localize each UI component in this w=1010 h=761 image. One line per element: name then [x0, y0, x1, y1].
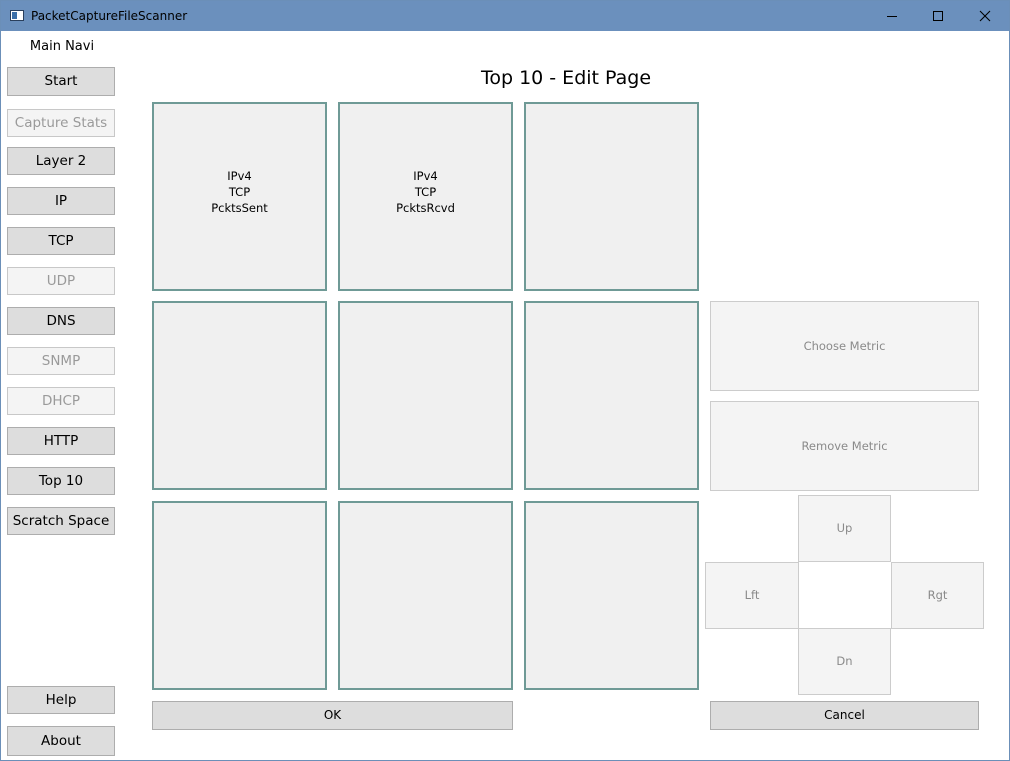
nav-start-button[interactable]: Start [7, 67, 115, 96]
metric-slot-1-line-1: IPv4 [227, 169, 252, 183]
maximize-icon [933, 11, 943, 21]
metric-slot-8[interactable] [338, 501, 513, 690]
nav-dhcp-button[interactable]: DHCP [7, 387, 115, 415]
sidebar-title: Main Navi [29, 39, 95, 54]
close-icon [979, 10, 991, 22]
metric-slot-4[interactable] [152, 301, 327, 490]
remove-metric-button[interactable]: Remove Metric [710, 401, 979, 491]
nav-dns-button[interactable]: DNS [7, 307, 115, 335]
metric-slot-1-line-3: PcktsSent [211, 201, 268, 215]
metric-slot-2-line-3: PcktsRcvd [396, 201, 455, 215]
window-title: PacketCaptureFileScanner [31, 9, 188, 23]
cancel-button[interactable]: Cancel [710, 701, 979, 730]
metric-slot-5[interactable] [338, 301, 513, 490]
minimize-icon [887, 16, 897, 17]
metric-slot-2[interactable]: IPv4 TCP PcktsRcvd [338, 102, 513, 291]
nav-top10-button[interactable]: Top 10 [7, 467, 115, 495]
metric-slot-1-text: IPv4 TCP PcktsSent [154, 168, 325, 216]
metric-slot-2-line-2: TCP [414, 185, 437, 199]
nav-snmp-button[interactable]: SNMP [7, 347, 115, 375]
metric-slot-1-line-2: TCP [228, 185, 251, 199]
nav-layer2-button[interactable]: Layer 2 [7, 147, 115, 175]
page-title: Top 10 - Edit Page [480, 67, 652, 89]
metric-slot-7[interactable] [152, 501, 327, 690]
move-left-button[interactable]: Lft [705, 562, 799, 629]
metric-slot-3[interactable] [524, 102, 699, 291]
nav-capture-stats-button[interactable]: Capture Stats [7, 109, 115, 137]
app-window: PacketCaptureFileScanner Main Navi Start… [0, 0, 1010, 761]
maximize-button[interactable] [915, 1, 961, 31]
nav-scratch-space-button[interactable]: Scratch Space [7, 507, 115, 535]
nav-udp-button[interactable]: UDP [7, 267, 115, 295]
metric-slot-1[interactable]: IPv4 TCP PcktsSent [152, 102, 327, 291]
metric-slot-9[interactable] [524, 501, 699, 690]
ok-button[interactable]: OK [152, 701, 513, 730]
close-button[interactable] [962, 1, 1008, 31]
help-button[interactable]: Help [7, 686, 115, 714]
nav-http-button[interactable]: HTTP [7, 427, 115, 455]
about-button[interactable]: About [7, 726, 115, 756]
nav-ip-button[interactable]: IP [7, 187, 115, 215]
title-bar[interactable]: PacketCaptureFileScanner [1, 1, 1009, 31]
move-right-button[interactable]: Rgt [891, 562, 984, 629]
minimize-button[interactable] [869, 1, 915, 31]
metric-slot-2-text: IPv4 TCP PcktsRcvd [340, 168, 511, 216]
app-icon [10, 10, 24, 21]
move-up-button[interactable]: Up [798, 495, 891, 562]
nav-tcp-button[interactable]: TCP [7, 227, 115, 255]
metric-slot-2-line-1: IPv4 [413, 169, 438, 183]
metric-slot-6[interactable] [524, 301, 699, 490]
move-down-button[interactable]: Dn [798, 628, 891, 695]
choose-metric-button[interactable]: Choose Metric [710, 301, 979, 391]
